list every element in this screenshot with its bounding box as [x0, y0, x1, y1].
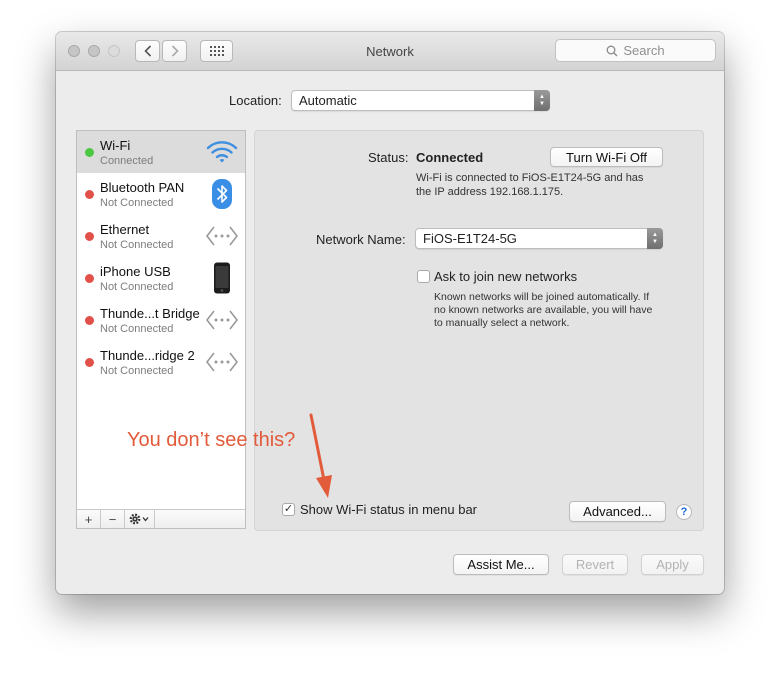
bluetooth-icon [205, 177, 239, 211]
apply-button[interactable]: Apply [641, 554, 704, 575]
help-button[interactable]: ? [676, 504, 692, 520]
advanced-button[interactable]: Advanced... [569, 501, 666, 522]
show-wifi-status-checkbox[interactable]: ✓ [282, 503, 295, 516]
service-status: Not Connected [100, 365, 174, 377]
service-item-thunderbolt-bridge[interactable]: Thunde...t Bridge Not Connected [77, 299, 245, 341]
status-dot [85, 358, 94, 367]
search-icon [606, 45, 618, 56]
annotation-arrow-icon [309, 413, 332, 498]
network-name-value: FiOS-E1T24-5G [423, 231, 517, 246]
service-item-wifi[interactable]: Wi-Fi Connected [77, 131, 245, 173]
status-dot [85, 316, 94, 325]
ask-to-join-description-line-1: Known networks will be joined automatica… [434, 291, 650, 303]
remove-service-button[interactable]: − [101, 510, 125, 528]
service-status: Not Connected [100, 197, 174, 209]
thunderbolt-bridge-icon [205, 345, 239, 379]
service-name: Thunde...t Bridge [100, 306, 200, 321]
ask-to-join-checkbox[interactable] [417, 270, 430, 283]
location-value: Automatic [299, 93, 357, 108]
turn-wifi-off-button[interactable]: Turn Wi-Fi Off [550, 147, 663, 167]
service-name: Ethernet [100, 222, 150, 237]
status-dot [85, 148, 94, 157]
status-dot [85, 232, 94, 241]
service-item-ethernet[interactable]: Ethernet Not Connected [77, 215, 245, 257]
service-status: Not Connected [100, 239, 174, 251]
service-status: Not Connected [100, 323, 174, 335]
status-description-line-2: the IP address 192.168.1.175. [416, 186, 564, 198]
service-name: Wi-Fi [100, 138, 131, 153]
service-item-thunderbolt-bridge-2[interactable]: Thunde...ridge 2 Not Connected [77, 341, 245, 383]
service-status: Connected [100, 155, 154, 167]
search-placeholder: Search [623, 43, 665, 58]
network-name-label: Network Name: [316, 232, 406, 247]
service-name: Bluetooth PAN [100, 180, 185, 195]
location-select[interactable]: Automatic ▲ ▼ [291, 90, 550, 111]
service-name: iPhone USB [100, 264, 171, 279]
status-description-line-1: Wi-Fi is connected to FiOS-E1T24-5G and … [416, 172, 644, 184]
ask-to-join-label: Ask to join new networks [434, 269, 578, 284]
title-bar: Network Search [56, 32, 724, 71]
add-service-button[interactable]: + [77, 510, 101, 528]
service-item-iphone-usb[interactable]: iPhone USB Not Connected [77, 257, 245, 299]
ethernet-icon [205, 219, 239, 253]
ask-to-join-description-line-3: to manually select a network. [434, 317, 570, 329]
assist-me-button[interactable]: Assist Me... [453, 554, 549, 575]
status-value: Connected [416, 150, 484, 165]
location-label: Location: [229, 93, 282, 108]
service-name: Thunde...ridge 2 [100, 348, 195, 363]
status-dot [85, 274, 94, 283]
iphone-icon [205, 261, 239, 295]
ask-to-join-description-line-2: no known networks are available, you wil… [434, 304, 653, 316]
status-dot [85, 190, 94, 199]
annotation-text: You don’t see this? [127, 429, 296, 451]
show-wifi-status-label: Show Wi-Fi status in menu bar [300, 502, 478, 517]
service-list-toolbar: + − [77, 509, 245, 528]
stepper-arrows-icon: ▲ ▼ [534, 90, 550, 111]
network-name-select[interactable]: FiOS-E1T24-5G ▲ ▼ [415, 228, 663, 249]
service-item-bluetooth-pan[interactable]: Bluetooth PAN Not Connected [77, 173, 245, 215]
service-list: Wi-Fi Connected Bluetooth PAN Not Connec… [76, 130, 246, 529]
action-menu-button[interactable] [125, 510, 155, 528]
search-field[interactable]: Search [555, 39, 716, 62]
wifi-icon [205, 135, 239, 169]
revert-button[interactable]: Revert [562, 554, 628, 575]
network-preferences-window: Network Search Location: Automatic ▲ ▼ Wi… [56, 32, 724, 594]
gear-icon [129, 513, 148, 525]
service-status: Not Connected [100, 281, 174, 293]
thunderbolt-bridge-icon [205, 303, 239, 337]
status-label: Status: [368, 150, 409, 165]
stepper-arrows-icon: ▲ ▼ [647, 228, 663, 249]
